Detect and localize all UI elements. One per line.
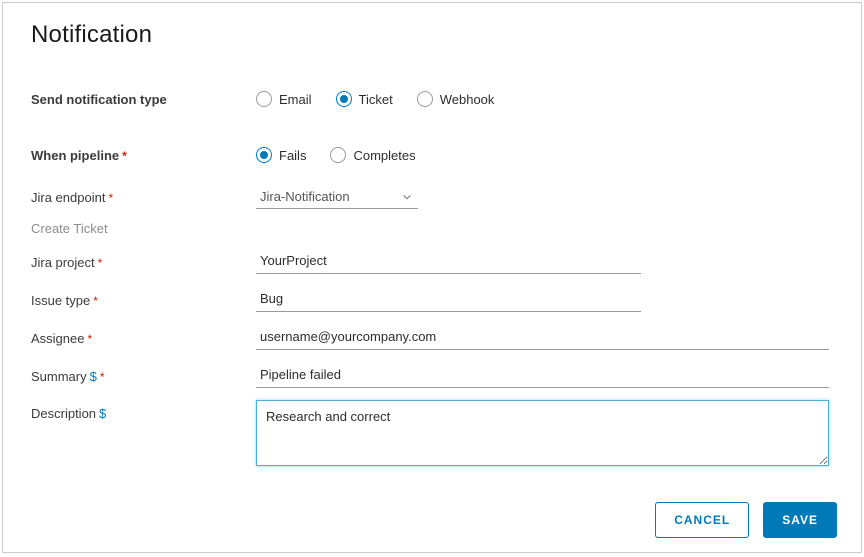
dialog-footer: CANCEL SAVE xyxy=(655,502,837,538)
issue-type-control xyxy=(256,288,829,312)
row-summary: Summary $ * xyxy=(31,362,829,390)
required-asterisk: * xyxy=(122,149,127,163)
save-button[interactable]: SAVE xyxy=(763,502,837,538)
radio-dot-icon xyxy=(417,91,433,107)
notification-form: Send notification type Email Ticket Webh… xyxy=(3,49,861,466)
jira-endpoint-control: Jira-Notification xyxy=(256,186,829,209)
radio-label: Completes xyxy=(353,148,415,163)
label-issue-type: Issue type * xyxy=(31,293,256,308)
required-asterisk: * xyxy=(100,370,105,384)
variable-icon: $ xyxy=(99,406,106,421)
summary-control xyxy=(256,364,829,388)
description-textarea[interactable] xyxy=(256,400,829,466)
row-when-pipeline: When pipeline * Fails Completes xyxy=(31,141,829,169)
radio-dot-icon xyxy=(330,147,346,163)
radio-dot-icon xyxy=(256,147,272,163)
label-jira-project: Jira project * xyxy=(31,255,256,270)
label-text: Summary xyxy=(31,369,87,384)
page-title: Notification xyxy=(3,3,861,49)
label-text: When pipeline xyxy=(31,148,119,163)
jira-project-control xyxy=(256,250,829,274)
jira-project-input[interactable] xyxy=(256,250,641,274)
label-when-pipeline: When pipeline * xyxy=(31,148,256,163)
summary-input[interactable] xyxy=(256,364,829,388)
label-text: Assignee xyxy=(31,331,84,346)
notification-panel: Notification Send notification type Emai… xyxy=(2,2,862,553)
row-issue-type: Issue type * xyxy=(31,286,829,314)
required-asterisk: * xyxy=(93,294,98,308)
radio-label: Ticket xyxy=(359,92,393,107)
section-create-ticket: Create Ticket xyxy=(31,221,256,236)
radio-label: Fails xyxy=(279,148,306,163)
radio-dot-icon xyxy=(256,91,272,107)
radio-dot-icon xyxy=(336,91,352,107)
label-jira-endpoint: Jira endpoint * xyxy=(31,190,256,205)
radio-label: Email xyxy=(279,92,312,107)
radio-label: Webhook xyxy=(440,92,495,107)
label-summary: Summary $ * xyxy=(31,369,256,384)
required-asterisk: * xyxy=(108,191,113,205)
label-text: Issue type xyxy=(31,293,90,308)
label-text: Jira endpoint xyxy=(31,190,105,205)
radio-completes[interactable]: Completes xyxy=(330,147,415,163)
chevron-down-icon xyxy=(402,192,412,202)
row-notification-type: Send notification type Email Ticket Webh… xyxy=(31,85,829,113)
label-text: Description xyxy=(31,406,96,421)
row-jira-project: Jira project * xyxy=(31,248,829,276)
label-text: Send notification type xyxy=(31,92,167,107)
radio-fails[interactable]: Fails xyxy=(256,147,306,163)
issue-type-input[interactable] xyxy=(256,288,641,312)
label-notification-type: Send notification type xyxy=(31,92,256,107)
description-control xyxy=(256,400,829,466)
required-asterisk: * xyxy=(87,332,92,346)
row-description: Description $ xyxy=(31,400,829,466)
required-asterisk: * xyxy=(98,256,103,270)
label-text: Jira project xyxy=(31,255,95,270)
radio-ticket[interactable]: Ticket xyxy=(336,91,393,107)
notification-type-options: Email Ticket Webhook xyxy=(256,91,829,107)
assignee-input[interactable] xyxy=(256,326,829,350)
assignee-control xyxy=(256,326,829,350)
radio-email[interactable]: Email xyxy=(256,91,312,107)
radio-webhook[interactable]: Webhook xyxy=(417,91,495,107)
pipeline-event-options: Fails Completes xyxy=(256,147,829,163)
variable-icon: $ xyxy=(90,369,97,384)
select-value: Jira-Notification xyxy=(260,189,350,204)
cancel-button[interactable]: CANCEL xyxy=(655,502,749,538)
row-assignee: Assignee * xyxy=(31,324,829,352)
label-assignee: Assignee * xyxy=(31,331,256,346)
label-description: Description $ xyxy=(31,400,256,421)
row-jira-endpoint: Jira endpoint * Jira-Notification xyxy=(31,183,829,211)
jira-endpoint-select[interactable]: Jira-Notification xyxy=(256,186,418,209)
